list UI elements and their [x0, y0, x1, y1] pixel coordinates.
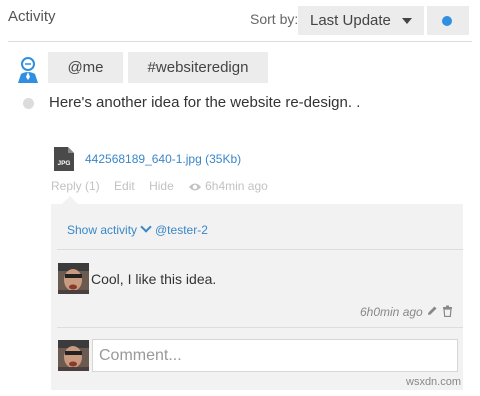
watermark: wsxdn.com	[406, 376, 462, 388]
status-toggle-button[interactable]	[427, 6, 469, 35]
post-time: 6h4min ago	[205, 179, 268, 193]
file-icon: JPG	[54, 147, 74, 171]
sort-value: Last Update	[310, 12, 391, 29]
trash-icon[interactable]	[442, 305, 453, 317]
tag-websiteredign[interactable]: #websiteredign	[128, 52, 268, 83]
eye-icon	[189, 183, 202, 191]
panel-notch	[62, 196, 78, 204]
pencil-icon[interactable]	[426, 305, 438, 317]
unread-dot	[23, 98, 34, 109]
avatar	[58, 263, 89, 294]
reply-link[interactable]: Reply (1)	[51, 179, 100, 193]
panel-divider	[57, 327, 463, 328]
edit-link[interactable]: Edit	[114, 179, 135, 193]
post-text: Here's another idea for the website re-d…	[49, 94, 361, 111]
show-activity-label: Show activity	[67, 223, 138, 237]
show-activity-toggle[interactable]: Show activity	[67, 221, 152, 237]
panel-divider	[57, 249, 463, 250]
post-actions: Reply (1) Edit Hide 6h4min ago	[51, 179, 279, 193]
status-dot-icon	[442, 16, 452, 26]
page-title: Activity	[8, 8, 56, 25]
chevron-down-icon	[140, 221, 152, 233]
avatar	[58, 340, 89, 371]
sort-label: Sort by:	[250, 11, 299, 27]
caret-down-icon	[402, 18, 412, 24]
mention-link[interactable]: @tester-2	[155, 223, 208, 237]
comment-time: 6h0min ago	[360, 305, 423, 319]
file-type-label: JPG	[57, 160, 70, 167]
attachment-link[interactable]: 442568189_640-1.jpg (35Kb)	[85, 152, 241, 166]
sort-dropdown[interactable]: Last Update	[298, 6, 424, 35]
tag-me[interactable]: @me	[48, 52, 123, 83]
user-icon	[18, 57, 38, 83]
comment-input[interactable]	[92, 339, 458, 372]
comment-text: Cool, I like this idea.	[91, 271, 217, 287]
hide-link[interactable]: Hide	[149, 179, 174, 193]
header-divider	[8, 41, 472, 42]
